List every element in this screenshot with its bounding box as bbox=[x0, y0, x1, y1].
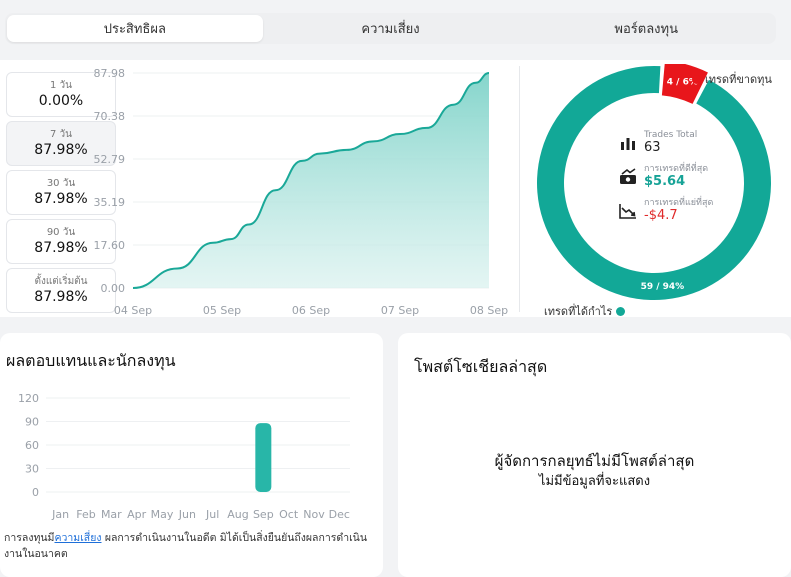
trend-down-icon bbox=[619, 204, 636, 219]
slice-label: 59 / 94% bbox=[641, 282, 685, 292]
y-tick-label: 35.19 bbox=[94, 196, 126, 209]
win-dot-icon bbox=[616, 306, 626, 316]
period-label: 1 วัน bbox=[50, 79, 72, 91]
x-tick-label: 06 Sep bbox=[292, 304, 330, 317]
x-tick-label: Jun bbox=[178, 508, 196, 521]
empty-subtitle: ไม่มีข้อมูลที่จะแสดง bbox=[538, 474, 651, 489]
y-tick-label: 120 bbox=[18, 392, 39, 405]
x-tick-label: Nov bbox=[303, 508, 325, 521]
x-tick-label: 07 Sep bbox=[381, 304, 419, 317]
x-tick-label: Sep bbox=[253, 508, 274, 521]
y-tick-label: 17.60 bbox=[94, 239, 126, 252]
x-tick-label: 08 Sep bbox=[470, 304, 508, 317]
stat-value: $5.64 bbox=[644, 174, 686, 189]
y-tick-label: 30 bbox=[25, 463, 39, 476]
period-value: 87.98% bbox=[34, 239, 88, 256]
returns-title: ผลตอบแทนและนักลงทุน bbox=[6, 351, 176, 370]
monthly-return-bar-chart: 0 30 60 90 120 Jan Feb Mar Apr May Jun Jul Aug Sep Oc… bbox=[18, 392, 350, 521]
legend-label: เทรดที่ขาดทุน bbox=[705, 73, 772, 86]
stat-label: การเทรดที่ดีที่สุด bbox=[644, 164, 709, 174]
x-tick-label: Aug bbox=[227, 508, 248, 521]
y-tick-label: 52.79 bbox=[94, 153, 126, 166]
tab-risk[interactable]: ความเสี่ยง bbox=[263, 15, 519, 42]
legend-winning-trades: เทรดที่ได้กำไร bbox=[544, 302, 626, 320]
period-label: 7 วัน bbox=[50, 128, 72, 140]
return-area-chart: 0.00 17.60 35.19 52.79 70.38 87.98 04 Sep 05 S… bbox=[94, 67, 509, 317]
bar[interactable] bbox=[255, 423, 272, 492]
y-tick-label: 70.38 bbox=[94, 110, 126, 123]
disclaimer-prefix: การลงทุนมี bbox=[4, 532, 55, 544]
period-value: 87.98% bbox=[34, 190, 88, 207]
stat-value: 63 bbox=[644, 140, 661, 155]
x-tick-label: Jul bbox=[205, 508, 219, 521]
period-value: 87.98% bbox=[34, 141, 88, 158]
period-value: 0.00% bbox=[38, 92, 84, 109]
x-tick-label: Jan bbox=[51, 508, 69, 521]
y-tick-label: 87.98 bbox=[94, 67, 126, 80]
divider bbox=[519, 66, 520, 312]
social-posts-title: โพสต์โซเชียลล่าสุด bbox=[414, 357, 548, 376]
legend-losing-trades: เทรดที่ขาดทุน bbox=[692, 70, 772, 88]
y-tick-label: 90 bbox=[25, 416, 39, 429]
x-tick-label: 04 Sep bbox=[114, 304, 152, 317]
period-label: ตั้งแต่เริ่มต้น bbox=[34, 275, 88, 287]
empty-state: ผู้จัดการกลยุทธ์ไม่มีโพสต์ล่าสุด ไม่มีข้… bbox=[398, 450, 791, 492]
best-trade-row: การเทรดที่ดีที่สุด $5.64 bbox=[618, 164, 738, 190]
performance-tabs: ประสิทธิผล ความเสี่ยง พอร์ตลงทุน bbox=[5, 13, 776, 44]
risk-disclaimer: การลงทุนมีความเสี่ยง ผลการดำเนินงานในอดี… bbox=[4, 530, 374, 562]
x-tick-label: 05 Sep bbox=[203, 304, 241, 317]
worst-trade-row: การเทรดที่แย่ที่สุด -$4.7 bbox=[618, 198, 738, 224]
loss-dot-icon bbox=[692, 74, 701, 84]
period-value: 87.98% bbox=[34, 288, 88, 305]
tab-performance[interactable]: ประสิทธิผล bbox=[7, 15, 263, 42]
x-tick-label: Dec bbox=[329, 508, 350, 521]
trades-total-row: Trades Total 63 bbox=[618, 130, 738, 156]
period-label: 30 วัน bbox=[46, 177, 76, 189]
stat-value: -$4.7 bbox=[644, 208, 678, 223]
legend-label: เทรดที่ได้กำไร bbox=[544, 305, 613, 318]
trade-stats: Trades Total 63 การเทรดที่ดีที่สุด $5.64… bbox=[618, 130, 738, 232]
period-label: 90 วัน bbox=[46, 226, 76, 238]
x-tick-label: Feb bbox=[76, 508, 95, 521]
x-tick-label: Apr bbox=[127, 508, 147, 521]
tab-portfolio[interactable]: พอร์ตลงทุน bbox=[518, 15, 774, 42]
y-tick-label: 60 bbox=[25, 439, 39, 452]
y-tick-label: 0 bbox=[32, 486, 39, 499]
x-tick-label: Mar bbox=[101, 508, 122, 521]
risk-link[interactable]: ความเสี่ยง bbox=[54, 532, 101, 544]
x-tick-label: Oct bbox=[279, 508, 299, 521]
stat-label: Trades Total bbox=[644, 130, 698, 140]
bar-chart-icon bbox=[621, 138, 635, 150]
empty-title: ผู้จัดการกลยุทธ์ไม่มีโพสต์ล่าสุด bbox=[494, 452, 695, 470]
money-up-icon bbox=[620, 168, 636, 184]
y-tick-label: 0.00 bbox=[101, 282, 126, 295]
x-tick-label: May bbox=[151, 508, 174, 521]
stat-label: การเทรดที่แย่ที่สุด bbox=[644, 198, 714, 208]
area-fill bbox=[133, 73, 489, 288]
